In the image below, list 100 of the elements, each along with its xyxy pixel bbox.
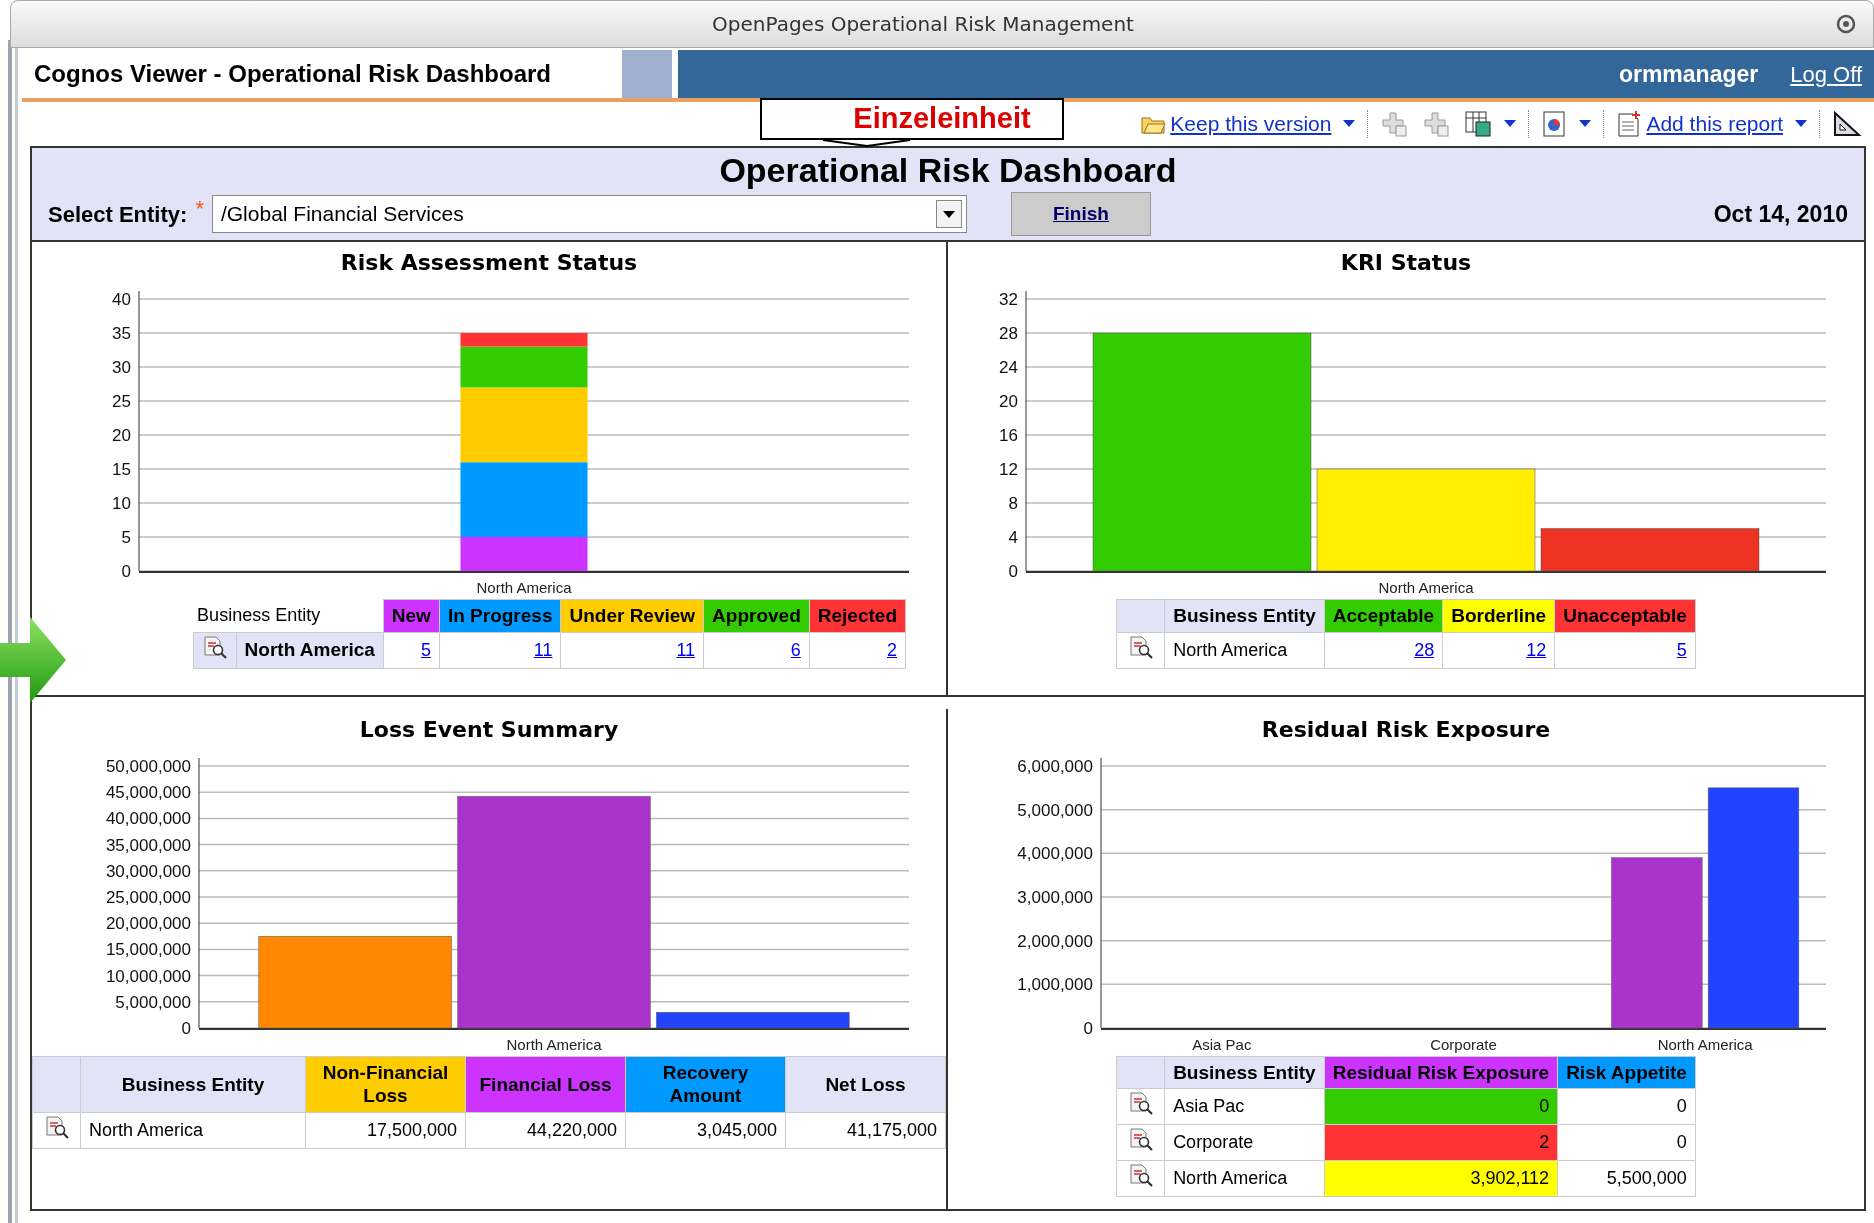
value-link[interactable]: 28 (1414, 639, 1435, 660)
caret-icon[interactable] (1579, 120, 1592, 128)
report-search-icon[interactable] (201, 634, 228, 659)
category-label: North America (506, 1035, 602, 1053)
header-block (622, 50, 672, 98)
panel-title: KRI Status (1340, 249, 1472, 277)
window-control-icon[interactable] (1835, 13, 1857, 35)
report-search-icon[interactable] (1127, 1127, 1154, 1152)
table-cell: 3,902,112 (1324, 1160, 1558, 1197)
axis-tick-label: 2,000,000 (1017, 931, 1093, 951)
field-label: Select Entity: (48, 200, 188, 229)
caret-icon[interactable] (1504, 120, 1517, 128)
table-cell: 0 (1557, 1124, 1696, 1161)
category-label: Asia Pac (1192, 1035, 1252, 1053)
axis-tick-label: 28 (999, 324, 1018, 343)
axis-tick-label: 16 (999, 426, 1018, 445)
axis-tick-label: 10,000,000 (105, 966, 191, 986)
table-cell: 41,175,000 (785, 1112, 946, 1149)
column-header: Net Loss (785, 1056, 946, 1113)
entity-dropdown[interactable]: /Global Financial Services (211, 195, 967, 233)
value-link[interactable]: 2 (887, 639, 897, 660)
caret-icon[interactable] (1343, 120, 1356, 128)
axis-tick-label: 3,000,000 (1017, 887, 1093, 907)
table-cell: 3,045,000 (625, 1112, 786, 1149)
axis-tick-label: 0 (1008, 562, 1018, 581)
axis-tick-label: 20,000,000 (105, 913, 191, 933)
arrow-icon (0, 615, 68, 705)
axis-tick-label: 1,000,000 (1017, 974, 1093, 994)
value-link[interactable]: 11 (533, 639, 553, 660)
report-search-icon[interactable] (1127, 634, 1154, 659)
table-cell: 5,500,000 (1557, 1160, 1696, 1197)
dashboard-title: Operational Risk Dashboard (719, 150, 1177, 191)
column-header: Risk Appetite (1557, 1056, 1696, 1089)
column-header: New (383, 599, 440, 633)
table-cell: 17,500,000 (305, 1112, 466, 1149)
column-header: In Progress (439, 599, 561, 633)
axis-tick-label: 20 (112, 426, 131, 445)
log-off-link[interactable]: Log Off (1790, 57, 1862, 91)
report-search-icon[interactable] (1127, 1091, 1154, 1116)
column-header: Business Entity (80, 1056, 306, 1113)
finish-button[interactable]: Finish (1010, 192, 1151, 236)
user-name: ormmanager (1618, 59, 1759, 89)
axis-tick-label: 35,000,000 (105, 835, 191, 855)
chart-doc-icon[interactable] (1541, 110, 1568, 138)
column-header: Rejected (809, 599, 906, 633)
caret-icon[interactable] (1795, 120, 1807, 128)
table-cell: 0 (1557, 1088, 1696, 1125)
column-header: Business Entity (1164, 1056, 1325, 1089)
axis-tick-label: 30,000,000 (105, 861, 191, 881)
grid-icon[interactable] (1464, 110, 1493, 138)
axis-tick-label: 40 (112, 290, 131, 309)
axis-tick-label: 8 (1008, 494, 1018, 513)
column-header: Unacceptable (1554, 599, 1696, 633)
report-search-icon[interactable] (43, 1115, 70, 1140)
window-title: OpenPages Operational Risk Management (711, 11, 1135, 38)
axis-tick-label: 45,000,000 (105, 782, 191, 802)
document-icon[interactable] (1616, 110, 1643, 138)
report-search-icon[interactable] (1127, 1163, 1154, 1188)
table-cell: North America (1164, 632, 1325, 669)
table-cell: North America (1164, 1160, 1325, 1197)
value-link[interactable]: 5 (420, 639, 431, 660)
callout-label: Einzeleinheit (853, 101, 1031, 137)
column-header: Acceptable (1324, 599, 1443, 633)
axis-tick-label: 50,000,000 (105, 756, 191, 776)
axis-tick-label: 30 (112, 358, 131, 377)
report-date: Oct 14, 2010 (1713, 199, 1848, 229)
add-report-link[interactable]: Add this report (1646, 108, 1783, 140)
axis-tick-label: 6,000,000 (1017, 756, 1093, 776)
value-link[interactable]: 11 (676, 639, 696, 660)
keep-version-link[interactable]: Keep this version (1170, 108, 1332, 140)
viewer-title: Cognos Viewer - Operational Risk Dashboard (34, 59, 551, 89)
value-link[interactable]: 6 (790, 639, 801, 660)
panel-title: Residual Risk Exposure (1261, 715, 1551, 744)
axis-tick-label: 40,000,000 (105, 809, 191, 829)
axis-tick-label: 5,000,000 (1017, 800, 1093, 820)
category-label: North America (476, 579, 572, 596)
required-mark: * (195, 194, 204, 223)
table-cell: North America (236, 632, 384, 669)
column-header: Business Entity (193, 599, 384, 633)
panel-title: Risk Assessment Status (340, 249, 638, 277)
column-header: Borderline (1442, 599, 1555, 633)
axis-tick-label: 4 (1008, 528, 1018, 547)
column-header: Approved (703, 599, 810, 633)
column-header: Under Review (560, 599, 704, 633)
axis-tick-label: 15,000,000 (105, 940, 191, 960)
category-label: Corporate (1430, 1035, 1497, 1053)
category-label: North America (1378, 579, 1474, 596)
column-header: Residual Risk Exposure (1324, 1056, 1558, 1089)
axis-tick-label: 5,000,000 (115, 992, 191, 1012)
axis-tick-label: 20 (999, 392, 1018, 411)
axis-tick-label: 24 (999, 358, 1018, 377)
axis-tick-label: 0 (181, 1018, 191, 1038)
axis-tick-label: 10 (112, 494, 131, 513)
table-cell: Asia Pac (1164, 1088, 1325, 1125)
value-link[interactable]: 12 (1526, 639, 1547, 660)
axis-tick-label: 25 (112, 392, 131, 411)
value-link[interactable]: 5 (1676, 639, 1687, 660)
ruler-triangle-icon[interactable] (1832, 110, 1862, 138)
column-header: Financial Loss (465, 1056, 626, 1113)
axis-tick-label: 0 (121, 562, 131, 581)
